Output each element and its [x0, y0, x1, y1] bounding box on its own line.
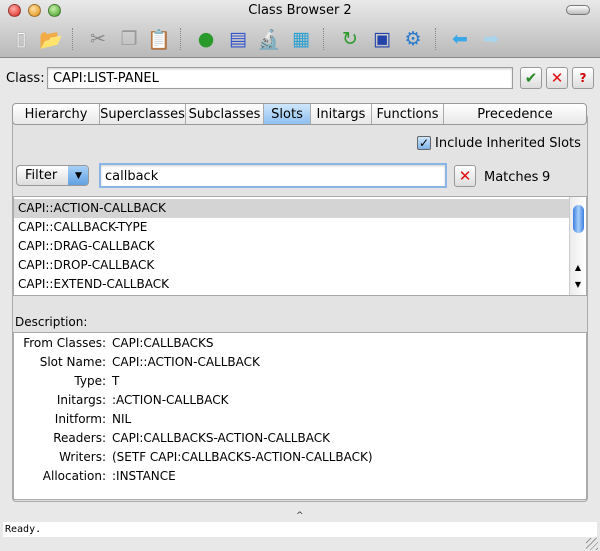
description-label: Description: — [15, 315, 88, 329]
preferences-icon[interactable]: ⚙ — [400, 26, 426, 52]
toolbar-separator — [72, 28, 73, 50]
tab-functions[interactable]: Functions — [372, 104, 444, 124]
desc-value: CAPI:CALLBACKS — [112, 336, 214, 350]
filter-dropdown[interactable]: Filter ▼ — [16, 165, 89, 186]
new-window-icon[interactable]: ▣ — [369, 26, 395, 52]
new-file-icon[interactable]: ▯ — [8, 26, 34, 52]
refresh-icon[interactable]: ↻ — [337, 26, 363, 52]
tab-hierarchy[interactable]: Hierarchy — [13, 104, 100, 124]
help-button[interactable]: ? — [572, 67, 594, 89]
tab-subclasses[interactable]: Subclasses — [186, 104, 264, 124]
tab-superclasses[interactable]: Superclasses — [100, 104, 186, 124]
desc-key: Slot Name: — [39, 355, 106, 369]
tab-bar: Hierarchy Superclasses Subclasses Slots … — [12, 103, 587, 125]
hierarchy-icon[interactable]: ▦ — [288, 26, 314, 52]
forward-arrow-icon: ➡ — [483, 28, 499, 50]
desc-key: From Classes: — [23, 336, 106, 350]
list-item[interactable]: CAPI::EXTEND-CALLBACK — [14, 275, 586, 294]
status-bar: Ready. — [3, 522, 597, 537]
toolbar-separator — [435, 28, 436, 50]
list-scrollbar[interactable]: ▲ ▼ — [569, 197, 586, 295]
microscope-icon[interactable]: 🔬 — [256, 26, 282, 52]
matches-label: Matches — [484, 170, 539, 185]
scroll-up-icon[interactable]: ▲ — [570, 263, 586, 272]
cut-icon[interactable]: ✂ — [85, 26, 111, 52]
slots-list: CAPI::ACTION-CALLBACK CAPI::CALLBACK-TYP… — [13, 196, 587, 296]
description-row: Initform: NIL — [14, 410, 586, 429]
description-panel: From Classes: CAPI:CALLBACKS Slot Name: CA… — [13, 332, 587, 500]
desc-value: NIL — [112, 412, 132, 426]
description-row: Writers: (SETF CAPI:CALLBACKS-ACTION-CALL… — [14, 448, 586, 467]
resize-grip[interactable] — [586, 538, 598, 550]
paste-icon[interactable]: 📋 — [146, 26, 172, 52]
desc-value: :INSTANCE — [112, 469, 176, 483]
desc-value: CAPI:CALLBACKS-ACTION-CALLBACK — [112, 431, 330, 445]
desc-value: (SETF CAPI:CALLBACKS-ACTION-CALLBACK) — [112, 450, 373, 464]
description-row: Type: T — [14, 372, 586, 391]
class-label: Class: — [6, 71, 45, 86]
include-inherited-checkbox[interactable]: ✓ — [417, 136, 431, 150]
describe-icon[interactable]: ▤ — [225, 26, 251, 52]
copy-icon[interactable]: ❐ — [116, 26, 142, 52]
list-item[interactable]: CAPI::DROP-CALLBACK — [14, 256, 586, 275]
list-item[interactable]: CAPI::CALLBACK-TYPE — [14, 218, 586, 237]
list-item[interactable]: CAPI::ACTION-CALLBACK — [14, 199, 586, 218]
desc-key: Type: — [74, 374, 106, 388]
filter-input[interactable]: callback — [99, 163, 447, 188]
desc-value: CAPI::ACTION-CALLBACK — [112, 355, 260, 369]
slots-icon[interactable]: ● — [193, 26, 219, 52]
matches-count: 9 — [542, 170, 551, 185]
open-folder-icon[interactable]: 📂 — [38, 26, 64, 52]
toolbar-separator — [323, 28, 324, 50]
cancel-button[interactable]: ✕ — [546, 67, 568, 89]
desc-key: Initform: — [54, 412, 106, 426]
toolbar-toggle-button[interactable] — [566, 5, 590, 15]
description-row: From Classes: CAPI:CALLBACKS — [14, 334, 586, 353]
clear-filter-button[interactable]: ✕ — [454, 165, 476, 187]
tab-initargs[interactable]: Initargs — [311, 104, 372, 124]
chevron-down-icon: ▼ — [68, 166, 88, 185]
include-inherited-label: Include Inherited Slots — [435, 136, 581, 151]
class-input[interactable]: CAPI:LIST-PANEL — [47, 67, 513, 89]
description-row: Allocation: :INSTANCE — [14, 467, 586, 486]
filter-dropdown-label: Filter — [25, 168, 58, 183]
desc-key: Initargs: — [56, 393, 106, 407]
window-title: Class Browser 2 — [248, 3, 352, 18]
list-item[interactable]: CAPI::DRAG-CALLBACK — [14, 237, 586, 256]
tab-slots[interactable]: Slots — [264, 104, 311, 124]
desc-key: Allocation: — [42, 469, 106, 483]
desc-value: T — [112, 374, 120, 388]
desc-key: Readers: — [53, 431, 106, 445]
description-row: Initargs: :ACTION-CALLBACK — [14, 391, 586, 410]
description-row: Readers: CAPI:CALLBACKS-ACTION-CALLBACK — [14, 429, 586, 448]
desc-key: Writers: — [59, 450, 106, 464]
splitter-handle[interactable]: ^ — [296, 511, 304, 521]
confirm-button[interactable]: ✔ — [520, 67, 542, 89]
tab-precedence[interactable]: Precedence — [444, 104, 586, 124]
toolbar-separator — [180, 28, 181, 50]
back-arrow-icon[interactable]: ⬅ — [447, 26, 473, 52]
desc-value: :ACTION-CALLBACK — [112, 393, 229, 407]
scroll-down-icon[interactable]: ▼ — [570, 280, 586, 289]
scrollbar-thumb[interactable] — [573, 205, 584, 233]
description-row: Slot Name: CAPI::ACTION-CALLBACK — [14, 353, 586, 372]
